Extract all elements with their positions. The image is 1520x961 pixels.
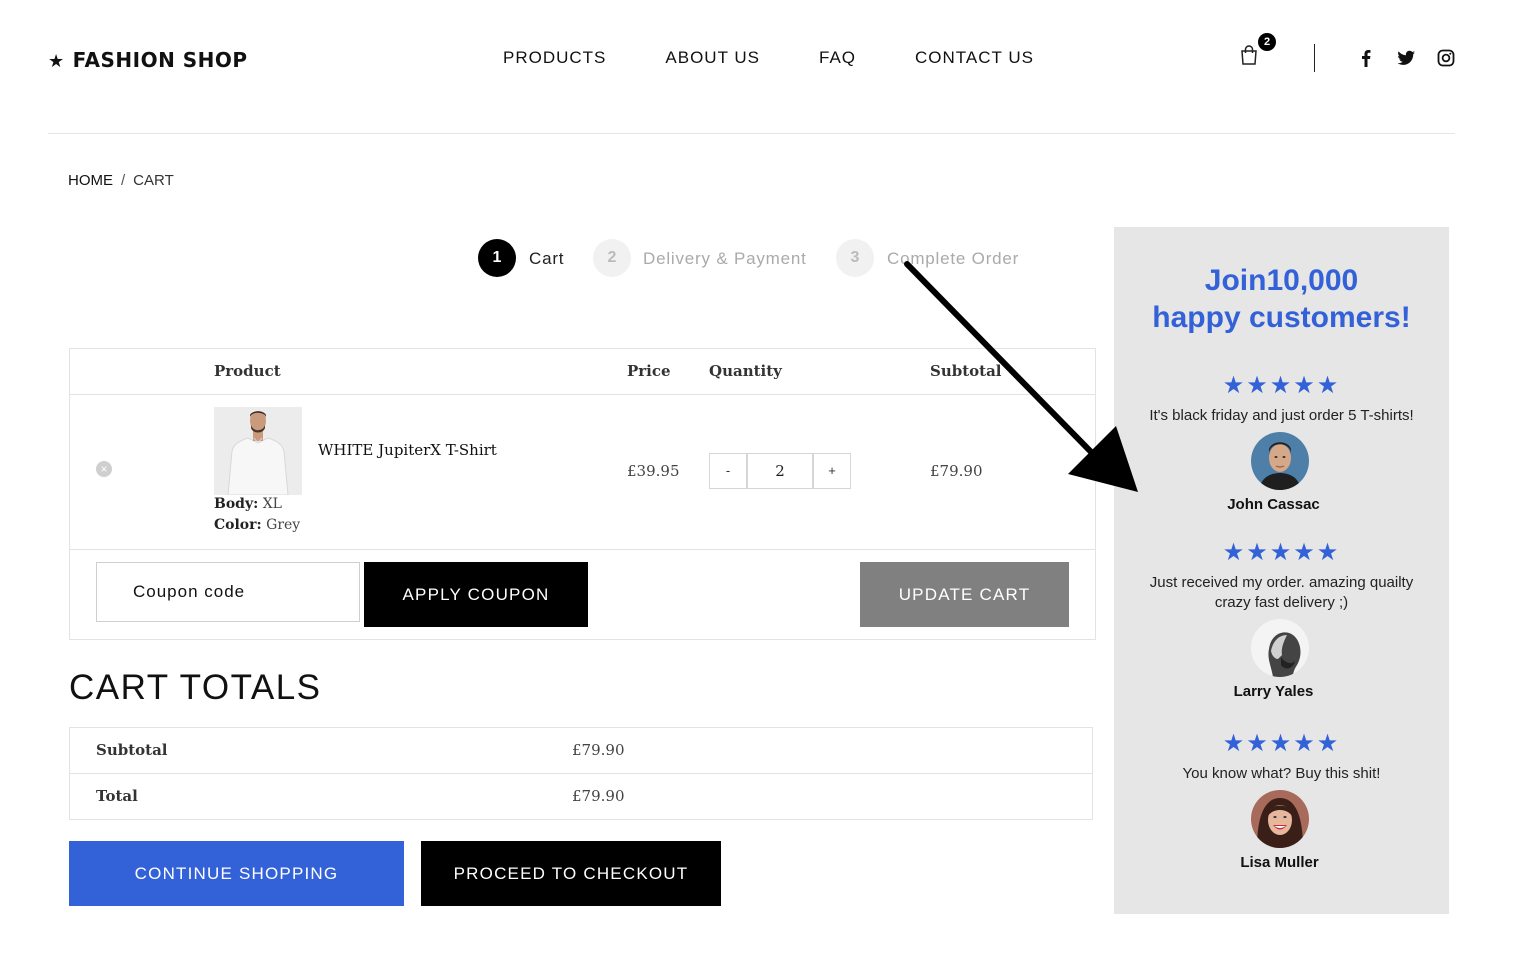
variation-color-value: Grey (266, 517, 301, 533)
review-quote: Just received my order. amazing quailty … (1114, 573, 1449, 613)
instagram-icon[interactable] (1436, 48, 1456, 68)
reviewer-name: John Cassac (1227, 496, 1320, 513)
reviewer-avatar (1251, 619, 1309, 677)
header-separator (48, 133, 1455, 134)
quantity-decrease-button[interactable]: - (709, 453, 747, 489)
totals-divider (70, 773, 1092, 774)
logo-text: FASHION SHOP (72, 48, 248, 72)
apply-coupon-button[interactable]: APPLY COUPON (364, 562, 588, 627)
table-divider (70, 549, 1096, 550)
quantity-increase-button[interactable]: + (813, 453, 851, 489)
coupon-code-input[interactable] (96, 562, 360, 622)
step-3-label: Complete Order (887, 249, 1020, 268)
variation-body-label: Body: (214, 496, 259, 512)
continue-shopping-button[interactable]: CONTINUE SHOPPING (69, 841, 404, 906)
cart-totals-title: CART TOTALS (69, 668, 322, 707)
totals-subtotal-value: £79.90 (572, 741, 625, 759)
breadcrumb-current: CART (133, 172, 174, 189)
remove-item-icon[interactable]: × (96, 461, 112, 477)
cart-count-badge: 2 (1258, 33, 1276, 51)
review-quote-line-2: crazy fast delivery ;) (1214, 594, 1349, 611)
step-1-number: 1 (478, 239, 516, 277)
rating-stars-icon: ★★★★★ (1222, 730, 1341, 757)
site-logo[interactable]: ★ FASHION SHOP (48, 48, 248, 72)
reviewer-avatar (1251, 790, 1309, 848)
shopping-bag-icon[interactable] (1238, 44, 1260, 66)
reviewer-name: Lisa Muller (1240, 854, 1319, 871)
reviewer-avatar (1251, 432, 1309, 490)
review-quote: You know what? Buy this shit! (1182, 765, 1381, 782)
testimonials-title: Join10,000 happy customers! (1114, 262, 1449, 336)
step-2-number: 2 (593, 239, 631, 277)
step-2-label: Delivery & Payment (643, 249, 807, 268)
breadcrumb: HOME / CART (68, 172, 174, 189)
column-header-price: Price (627, 362, 671, 380)
review-quote-line-1: Just received my order. amazing quailty (1149, 574, 1414, 591)
totals-total-value: £79.90 (572, 787, 625, 805)
twitter-icon[interactable] (1396, 48, 1416, 68)
variation-body-value: XL (262, 496, 282, 512)
column-header-subtotal: Subtotal (930, 362, 1002, 380)
variation-body: Body: XL (214, 496, 282, 512)
breadcrumb-home[interactable]: HOME (68, 172, 113, 189)
reviewer-name: Larry Yales (1233, 683, 1314, 700)
review-quote: It's black friday and just order 5 T-shi… (1149, 407, 1414, 424)
testimonials-title-line-2: happy customers! (1152, 301, 1411, 334)
facebook-icon[interactable] (1356, 48, 1376, 68)
step-3-number: 3 (836, 239, 874, 277)
product-thumbnail[interactable] (214, 407, 302, 495)
header-divider (1314, 44, 1315, 72)
column-header-product: Product (214, 362, 281, 380)
testimonials-title-line-1: Join10,000 (1204, 264, 1359, 297)
rating-stars-icon: ★★★★★ (1222, 372, 1341, 399)
product-name[interactable]: WHITE JupiterX T-Shirt (318, 441, 497, 459)
variation-color-label: Color: (214, 517, 262, 533)
proceed-to-checkout-button[interactable]: PROCEED TO CHECKOUT (421, 841, 721, 906)
item-price: £39.95 (627, 462, 680, 480)
totals-total-label: Total (96, 787, 138, 805)
star-icon: ★ (48, 51, 65, 72)
item-subtotal: £79.90 (930, 462, 983, 480)
quantity-input[interactable] (747, 453, 813, 489)
nav-contact-us[interactable]: CONTACT US (915, 48, 1034, 68)
nav-faq[interactable]: FAQ (819, 48, 856, 68)
nav-products[interactable]: PRODUCTS (503, 48, 606, 68)
breadcrumb-separator: / (121, 172, 126, 189)
update-cart-button[interactable]: UPDATE CART (860, 562, 1069, 627)
variation-color: Color: Grey (214, 517, 300, 533)
step-1-label: Cart (529, 249, 565, 268)
table-divider (70, 394, 1096, 395)
nav-about-us[interactable]: ABOUT US (665, 48, 760, 68)
main-nav: PRODUCTS ABOUT US FAQ CONTACT US (503, 48, 1034, 68)
rating-stars-icon: ★★★★★ (1222, 539, 1341, 566)
column-header-quantity: Quantity (709, 362, 782, 380)
totals-subtotal-label: Subtotal (96, 741, 168, 759)
